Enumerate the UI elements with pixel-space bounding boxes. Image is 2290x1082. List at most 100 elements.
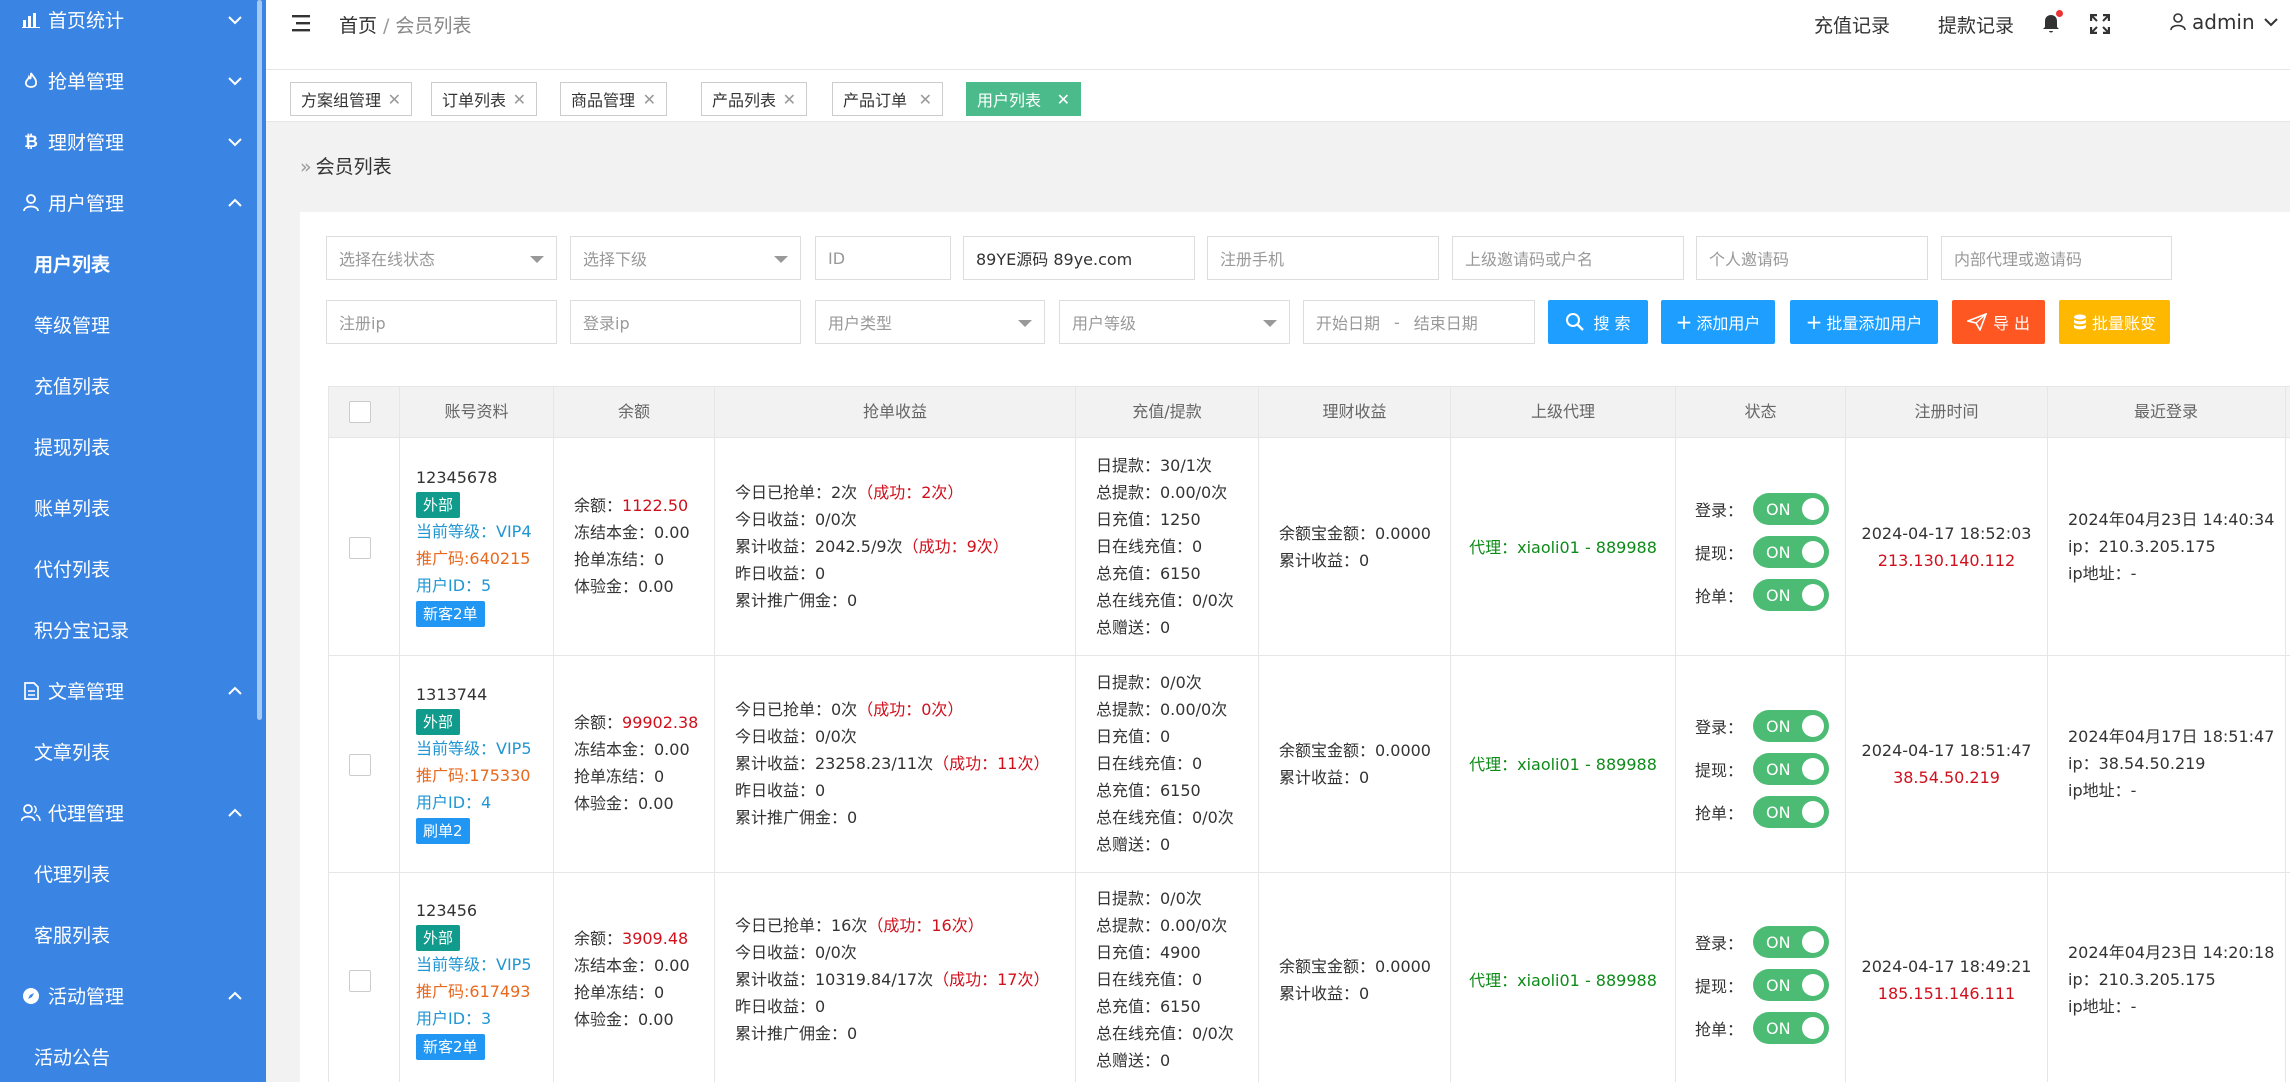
user-type-select[interactable]: 用户类型 bbox=[815, 300, 1045, 344]
login-toggle-row: 登录： ON bbox=[1695, 493, 1830, 525]
phone-input[interactable]: 注册手机 bbox=[1207, 236, 1439, 280]
parent-agent: 代理：xiaoli01 - 889988 bbox=[1469, 538, 1657, 557]
sidebar-item-service-list[interactable]: 客服列表 bbox=[0, 904, 266, 965]
sidebar-item-payout[interactable]: 代付列表 bbox=[0, 538, 266, 599]
send-icon bbox=[1966, 313, 1987, 331]
close-icon[interactable]: ✕ bbox=[513, 90, 526, 109]
grab-income-info: 今日已抢单：0次（成功：0次） 今日收益：0/0次 累计收益：23258.23/… bbox=[735, 700, 1050, 827]
id-input[interactable]: ID bbox=[815, 236, 951, 280]
sidebar-item-level[interactable]: 等级管理 bbox=[0, 294, 266, 355]
username: admin bbox=[2192, 10, 2255, 34]
tab-user-list[interactable]: 用户列表 ✕ bbox=[966, 82, 1081, 116]
close-icon[interactable]: ✕ bbox=[388, 90, 401, 109]
tab-goods[interactable]: 商品管理 ✕ bbox=[560, 82, 667, 116]
withdraw-records-link[interactable]: 提款记录 bbox=[1938, 11, 2014, 38]
close-icon[interactable]: ✕ bbox=[1057, 90, 1070, 109]
register-time: 2024-04-17 18:51:47 38.54.50.219 bbox=[1861, 741, 2032, 787]
tab-scheme-group[interactable]: 方案组管理 ✕ bbox=[290, 82, 412, 116]
account-info: 1313744 外部 当前等级：VIP5 推广码:175330 用户ID：4 刷… bbox=[416, 681, 551, 844]
date-range-input[interactable]: 开始日期 - 结束日期 bbox=[1303, 300, 1535, 344]
withdraw-toggle[interactable]: ON bbox=[1753, 536, 1830, 568]
sidebar-item-recharge[interactable]: 充值列表 bbox=[0, 355, 266, 416]
menu-toggle-icon[interactable] bbox=[292, 14, 314, 32]
wealth-income-info: 余额宝金额：0.0000 累计收益：0 bbox=[1279, 957, 1431, 1003]
reg-ip-input[interactable]: 注册ip bbox=[326, 300, 557, 344]
select-all-checkbox[interactable] bbox=[349, 401, 371, 423]
compass-icon bbox=[20, 985, 42, 1007]
withdraw-toggle[interactable]: ON bbox=[1753, 753, 1830, 785]
sidebar-item-points[interactable]: 积分宝记录 bbox=[0, 599, 266, 660]
login-toggle[interactable]: ON bbox=[1753, 493, 1830, 525]
online-status-select[interactable]: 选择在线状态 bbox=[326, 236, 557, 280]
nav-group-agents[interactable]: 代理管理 bbox=[0, 782, 266, 843]
breadcrumb-home[interactable]: 首页 bbox=[339, 15, 377, 37]
nav-group-dashboard[interactable]: 首页统计 bbox=[0, 0, 266, 50]
recharge-withdraw-info: 日提款：0/0次 总提款：0.00/0次 日充值：4900 日在线充值：0 总充… bbox=[1096, 889, 1234, 1070]
keyword-input[interactable]: 89YE源码 89ye.com bbox=[963, 236, 1195, 280]
row-checkbox[interactable] bbox=[349, 754, 371, 776]
export-button[interactable]: 导 出 bbox=[1952, 300, 2045, 344]
withdraw-toggle-row: 提现： ON bbox=[1695, 969, 1830, 1001]
grab-toggle[interactable]: ON bbox=[1753, 796, 1830, 828]
nav-group-label: 代理管理 bbox=[48, 803, 125, 825]
tag-badge[interactable]: 新客2单 bbox=[416, 1034, 485, 1060]
sidebar-item-article-list[interactable]: 文章列表 bbox=[0, 721, 266, 782]
grab-income-info: 今日已抢单：2次（成功：2次） 今日收益：0/0次 累计收益：2042.5/9次… bbox=[735, 483, 1009, 610]
tab-product-list[interactable]: 产品列表 ✕ bbox=[701, 82, 807, 116]
sidebar-item-announcement[interactable]: 活动公告 bbox=[0, 1026, 266, 1082]
user-level-select[interactable]: 用户等级 bbox=[1059, 300, 1290, 344]
search-icon bbox=[1566, 313, 1585, 331]
internal-agent-input[interactable]: 内部代理或邀请码 bbox=[1941, 236, 2172, 280]
tab-order-list[interactable]: 订单列表 ✕ bbox=[431, 82, 537, 116]
row-checkbox[interactable] bbox=[349, 970, 371, 992]
close-icon[interactable]: ✕ bbox=[783, 90, 796, 109]
sub-level-select[interactable]: 选择下级 bbox=[570, 236, 801, 280]
parent-invite-input[interactable]: 上级邀请码或户名 bbox=[1452, 236, 1684, 280]
column-header: 抢单收益 bbox=[862, 402, 927, 421]
nav-group-users[interactable]: 用户管理 bbox=[0, 172, 266, 233]
nav-group-activity[interactable]: 活动管理 bbox=[0, 965, 266, 1026]
bell-icon[interactable] bbox=[2041, 10, 2063, 34]
grab-toggle-row: 抢单： ON bbox=[1695, 579, 1830, 611]
row-checkbox[interactable] bbox=[349, 537, 371, 559]
nav-group-label: 活动管理 bbox=[48, 986, 125, 1008]
login-toggle[interactable]: ON bbox=[1753, 926, 1830, 958]
parent-agent: 代理：xiaoli01 - 889988 bbox=[1469, 755, 1657, 774]
close-icon[interactable]: ✕ bbox=[919, 90, 932, 109]
nav-group-articles[interactable]: 文章管理 bbox=[0, 660, 266, 721]
wealth-income-info: 余额宝金额：0.0000 累计收益：0 bbox=[1279, 524, 1431, 570]
grab-toggle-row: 抢单： ON bbox=[1695, 796, 1830, 828]
batch-add-user-button[interactable]: + 批量添加用户 bbox=[1790, 300, 1938, 344]
close-icon[interactable]: ✕ bbox=[643, 90, 656, 109]
sidebar-item-withdraw[interactable]: 提现列表 bbox=[0, 416, 266, 477]
batch-balance-change-button[interactable]: 批量账变 bbox=[2059, 300, 2170, 344]
login-ip-input[interactable]: 登录ip bbox=[570, 300, 801, 344]
tab-product-orders[interactable]: 产品订单 ✕ bbox=[832, 82, 943, 116]
recharge-records-link[interactable]: 充值记录 bbox=[1814, 11, 1890, 38]
chevron-down-icon bbox=[228, 16, 242, 25]
search-button[interactable]: 搜 索 bbox=[1548, 300, 1648, 344]
withdraw-toggle[interactable]: ON bbox=[1753, 969, 1830, 1001]
tag-badge[interactable]: 新客2单 bbox=[416, 601, 485, 627]
grab-toggle[interactable]: ON bbox=[1753, 579, 1830, 611]
column-divider bbox=[399, 386, 400, 1082]
type-badge: 外部 bbox=[416, 492, 461, 518]
column-header: 状态 bbox=[1744, 402, 1777, 421]
add-user-button[interactable]: + 添加用户 bbox=[1661, 300, 1775, 344]
column-divider bbox=[1258, 386, 1259, 1082]
user-menu[interactable]: admin bbox=[2169, 10, 2279, 34]
user-icon bbox=[20, 192, 42, 214]
chevron-down-icon bbox=[228, 77, 242, 86]
nav-group-finance[interactable]: ₿ 理财管理 bbox=[0, 111, 266, 172]
sidebar-item-bill[interactable]: 账单列表 bbox=[0, 477, 266, 538]
personal-invite-input[interactable]: 个人邀请码 bbox=[1696, 236, 1928, 280]
grab-toggle[interactable]: ON bbox=[1753, 1012, 1830, 1044]
sidebar-item-user-list[interactable]: 用户列表 bbox=[0, 233, 266, 294]
tag-badge[interactable]: 刷单2 bbox=[416, 818, 470, 844]
nav-group-grab[interactable]: 抢单管理 bbox=[0, 50, 266, 111]
column-divider bbox=[2047, 386, 2048, 1082]
fullscreen-icon[interactable] bbox=[2090, 14, 2110, 34]
sidebar-item-agent-list[interactable]: 代理列表 bbox=[0, 843, 266, 904]
login-toggle[interactable]: ON bbox=[1753, 710, 1830, 742]
caret-down-icon bbox=[530, 256, 544, 263]
